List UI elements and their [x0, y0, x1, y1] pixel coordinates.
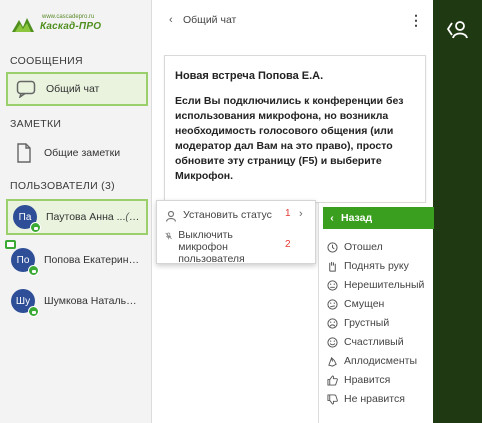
- back-label: Назад: [341, 212, 373, 224]
- sad-face-icon: [327, 317, 338, 329]
- status-label: Счастливый: [344, 336, 404, 348]
- mic-off-icon: [165, 232, 172, 240]
- status-label: Аплодисменты: [344, 355, 417, 367]
- user-icon: [165, 210, 177, 222]
- you-label: (Вы): [125, 211, 142, 223]
- messages-section-title: СООБЩЕНИЯ: [10, 55, 83, 67]
- user-row[interactable]: Шу Шумкова Наталья ...: [6, 283, 148, 319]
- sidebar-item-label: Общие заметки: [44, 147, 121, 159]
- set-status-label: Установить статус: [183, 209, 272, 221]
- logo-name: Каскад-ПРО: [40, 21, 102, 32]
- status-label: Нерешительный: [344, 279, 425, 291]
- status-label: Поднять руку: [344, 260, 409, 272]
- mute-user-label: Выключить микрофон пользователя: [178, 229, 245, 265]
- avatar: Па: [13, 205, 41, 233]
- user-name: Шумкова Наталья ...: [44, 295, 140, 307]
- back-button[interactable]: ‹ Назад: [323, 207, 434, 229]
- neutral-face-icon: [327, 279, 338, 291]
- screen-share-icon: [5, 240, 16, 249]
- set-status-menu-item[interactable]: Установить статус: [165, 209, 272, 222]
- right-panel-strip: [433, 0, 482, 423]
- logo-icon: [12, 18, 34, 32]
- status-label: Грустный: [344, 317, 390, 329]
- status-label: Нравится: [344, 374, 391, 386]
- status-happy[interactable]: Счастливый: [327, 335, 404, 349]
- sidebar: www.cascadepro.ru Каскад-ПРО СООБЩЕНИЯ О…: [0, 0, 152, 423]
- status-submenu: ‹ Назад Отошел Поднять руку Нерешительны…: [318, 203, 434, 423]
- status-label: Не нравится: [344, 393, 405, 405]
- chevron-left-icon[interactable]: ‹: [169, 14, 173, 26]
- notes-section-title: ЗАМЕТКИ: [10, 118, 62, 130]
- users-count: (3): [101, 180, 115, 192]
- thumbs-down-icon: [327, 393, 338, 405]
- status-sad[interactable]: Грустный: [327, 316, 389, 330]
- message-title: Новая встреча Попова Е.А.: [175, 70, 324, 82]
- user-row[interactable]: Па Паутова Анна ...(Вы): [6, 199, 148, 235]
- status-raise-hand[interactable]: Поднять руку: [327, 259, 409, 273]
- status-label: Смущен: [344, 298, 385, 310]
- logo: www.cascadepro.ru Каскад-ПРО: [6, 6, 146, 40]
- status-away[interactable]: Отошел: [327, 240, 383, 254]
- thumbs-up-icon: [327, 374, 338, 386]
- users-title-text: ПОЛЬЗОВАТЕЛИ: [10, 180, 98, 192]
- sidebar-item-label: Общий чат: [46, 83, 100, 95]
- user-row[interactable]: По Попова Екатерина...: [5, 240, 148, 278]
- confused-face-icon: [327, 298, 338, 310]
- annotation-number: 1: [285, 208, 291, 219]
- avatar: По: [5, 240, 39, 276]
- status-confused[interactable]: Смущен: [327, 297, 384, 311]
- hand-icon: [329, 261, 336, 272]
- annotation-number: 2: [285, 239, 291, 250]
- chat-icon: [14, 77, 38, 101]
- chevron-left-icon: ‹: [330, 212, 334, 224]
- chevron-right-icon: ›: [299, 208, 303, 220]
- avatar-initials: По: [16, 254, 30, 266]
- avatar-initials: Шу: [15, 295, 31, 307]
- clock-icon: [327, 241, 338, 253]
- chat-message: Новая встреча Попова Е.А. Если Вы подклю…: [164, 55, 426, 203]
- sidebar-item-general-chat[interactable]: Общий чат: [6, 72, 148, 106]
- user-name: Паутова Анна ...(Вы): [46, 211, 142, 223]
- mute-user-menu-item[interactable]: Выключить микрофон пользователя: [165, 229, 285, 265]
- user-panel-toggle-icon[interactable]: [445, 18, 469, 40]
- happy-face-icon: [327, 336, 338, 348]
- status-like[interactable]: Нравится: [327, 373, 390, 387]
- status-dislike[interactable]: Не нравится: [327, 392, 405, 406]
- status-undecided[interactable]: Нерешительный: [327, 278, 424, 292]
- lock-icon: [28, 265, 39, 276]
- clapping-hands-icon: [328, 356, 337, 367]
- chat-title: Общий чат: [183, 14, 237, 26]
- users-section-title: ПОЛЬЗОВАТЕЛИ (3): [10, 180, 115, 192]
- document-icon: [12, 141, 36, 165]
- status-label: Отошел: [344, 241, 383, 253]
- user-name: Попова Екатерина...: [44, 254, 140, 266]
- message-body: Если Вы подключились к конференции без и…: [175, 95, 404, 182]
- more-options-icon[interactable]: ⋮: [409, 12, 423, 29]
- avatar-initials: Па: [18, 211, 32, 223]
- user-context-menu: Установить статус 1 › Выключить микрофон…: [156, 200, 316, 265]
- chat-header: ‹ Общий чат ⋮: [153, 0, 433, 40]
- avatar: Шу: [11, 289, 39, 317]
- sidebar-item-general-notes[interactable]: Общие заметки: [6, 136, 148, 170]
- status-applause[interactable]: Аплодисменты: [327, 354, 417, 368]
- logo-url: www.cascadepro.ru: [42, 14, 95, 20]
- lock-icon: [30, 222, 41, 233]
- lock-icon: [28, 306, 39, 317]
